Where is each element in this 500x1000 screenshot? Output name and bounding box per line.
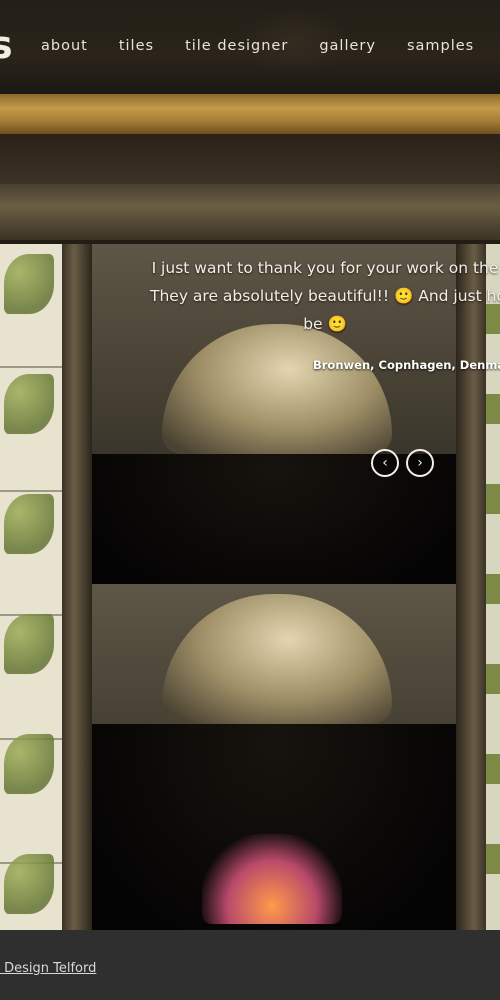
footer-credit-link[interactable]: o Design Telford [0, 961, 96, 976]
right-tile-column [486, 244, 500, 930]
nav-item-tiles[interactable]: tiles [119, 38, 154, 54]
testimonial-author: Bronwen, Copnhagen, Denmark [313, 358, 500, 372]
bird-motif [4, 854, 54, 914]
leaf-motif [4, 494, 54, 554]
next-slide-button[interactable]: › [406, 449, 434, 477]
site-logo[interactable]: s [0, 26, 13, 64]
left-pillar [62, 244, 92, 930]
mantel-shadow [0, 134, 500, 184]
chevron-right-icon: › [417, 455, 423, 471]
right-pillar [456, 244, 486, 930]
leaf-motif [4, 734, 54, 794]
canopy-hood [162, 324, 392, 454]
canopy-hood [162, 594, 392, 724]
bird-motif [4, 614, 54, 674]
ornamental-frieze [0, 184, 500, 244]
testimonial-quote: I just want to thank you for your work o… [150, 254, 500, 338]
fire-opening [92, 454, 456, 584]
leaf-motif [4, 254, 54, 314]
nav-item-about[interactable]: about [41, 38, 88, 54]
bird-motif [4, 374, 54, 434]
page-footer: o Design Telford [0, 930, 500, 1000]
nav-item-tile-designer[interactable]: tile designer [185, 38, 288, 54]
mantel-shelf [0, 94, 500, 134]
left-tile-column [0, 244, 62, 930]
fire-flame [202, 834, 342, 924]
top-nav-bar: s about tiles tile designer gallery samp… [0, 0, 500, 94]
main-nav: about tiles tile designer gallery sample… [41, 38, 500, 54]
fireplace-insert-lower [92, 584, 456, 930]
chevron-left-icon: ‹ [382, 455, 388, 471]
nav-item-gallery[interactable]: gallery [319, 38, 376, 54]
nav-item-samples[interactable]: samples [407, 38, 474, 54]
quote-line-1: I just want to thank you for your work o… [151, 259, 499, 277]
quote-line-3: be 🙂 [303, 315, 347, 333]
hero-fireplace-image: I just want to thank you for your work o… [0, 94, 500, 930]
prev-slide-button[interactable]: ‹ [371, 449, 399, 477]
quote-line-2: They are absolutely beautiful!! 🙂 And ju… [150, 287, 500, 305]
